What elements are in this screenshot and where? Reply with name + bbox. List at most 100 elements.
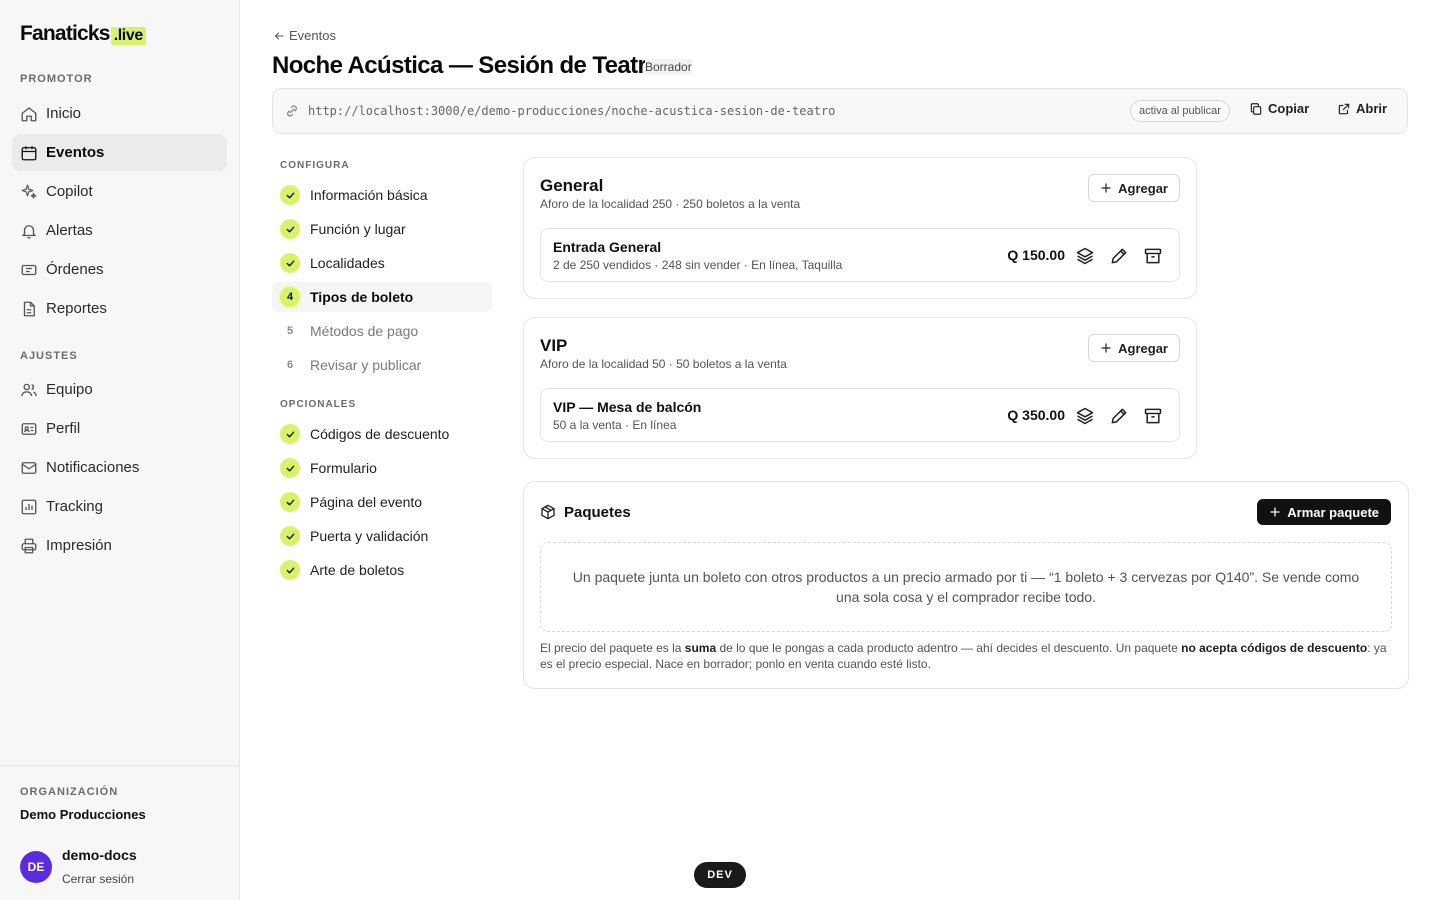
home-icon — [20, 105, 38, 123]
step-metodos-de-pago[interactable]: 5 Métodos de pago — [272, 316, 492, 346]
brand-logo[interactable]: Fanaticks .live — [20, 22, 146, 46]
locality-card-vip: VIP Aforo de la localidad 50 · 50 boleto… — [523, 317, 1197, 459]
sidebar-item-equipo[interactable]: Equipo — [12, 371, 227, 408]
packages-empty-state: Un paquete junta un boleto con otros pro… — [540, 542, 1392, 632]
add-ticket-button[interactable]: Agregar — [1088, 174, 1180, 202]
locality-capacity: Aforo de la localidad 250 · 250 boletos … — [540, 197, 801, 211]
chart-icon — [20, 498, 38, 516]
event-url[interactable]: http://localhost:3000/e/demo-produccione… — [308, 104, 835, 118]
step-tipos-de-boleto[interactable]: 4 Tipos de boleto — [272, 282, 492, 312]
back-link[interactable]: Eventos — [273, 28, 336, 43]
printer-icon — [20, 537, 38, 555]
sidebar-item-ordenes[interactable]: Órdenes — [12, 251, 227, 288]
check-icon — [280, 424, 300, 444]
build-package-button[interactable]: Armar paquete — [1257, 499, 1391, 525]
sidebar-item-eventos[interactable]: Eventos — [12, 134, 227, 171]
steps-configura: Información básica Función y lugar Local… — [272, 180, 492, 384]
package-icon — [540, 504, 556, 520]
external-link-icon — [1337, 102, 1356, 116]
sidebar-item-reportes[interactable]: Reportes — [12, 290, 227, 327]
mail-icon — [20, 459, 38, 477]
step-number: 4 — [280, 287, 300, 307]
pencil-icon[interactable] — [1109, 406, 1129, 426]
copy-button[interactable]: Copiar — [1249, 101, 1309, 116]
add-ticket-label: Agregar — [1118, 340, 1168, 356]
brand-name: Fanaticks — [20, 22, 110, 45]
step-puerta-y-validacion[interactable]: Puerta y validación — [272, 521, 492, 551]
step-localidades[interactable]: Localidades — [272, 248, 492, 278]
org-name[interactable]: Demo Producciones — [20, 807, 146, 822]
step-label: Formulario — [310, 460, 377, 476]
layers-icon[interactable] — [1075, 406, 1095, 426]
step-codigos-de-descuento[interactable]: Códigos de descuento — [272, 419, 492, 449]
plus-icon — [1269, 506, 1287, 518]
sidebar-item-label: Eventos — [46, 144, 105, 161]
pencil-icon[interactable] — [1109, 246, 1129, 266]
sidebar-item-tracking[interactable]: Tracking — [12, 488, 227, 525]
step-label: Localidades — [310, 255, 385, 271]
ticket-meta: 2 de 250 vendidos · 248 sin vender · En … — [553, 258, 843, 272]
add-ticket-label: Agregar — [1118, 180, 1168, 196]
layers-icon[interactable] — [1075, 246, 1095, 266]
sidebar-item-inicio[interactable]: Inicio — [12, 95, 227, 132]
ticket-icon — [20, 261, 38, 279]
ticket-type-row[interactable]: Entrada General 2 de 250 vendidos · 248 … — [540, 228, 1180, 282]
logout-link[interactable]: Cerrar sesión — [62, 872, 134, 886]
file-icon — [20, 300, 38, 318]
step-pagina-del-evento[interactable]: Página del evento — [272, 487, 492, 517]
note-text: de lo que le pongas a cada producto aden… — [716, 641, 1182, 655]
archive-icon[interactable] — [1143, 246, 1163, 266]
copy-button-label: Copiar — [1268, 101, 1310, 116]
sparkle-icon — [20, 183, 38, 201]
check-icon — [280, 219, 300, 239]
sidebar-item-label: Tracking — [46, 498, 103, 515]
sidebar-item-alertas[interactable]: Alertas — [12, 212, 227, 249]
brand-tld: .live — [110, 27, 146, 45]
steps-heading-configura: CONFIGURA — [280, 160, 350, 171]
open-button[interactable]: Abrir — [1337, 101, 1387, 116]
note-text: El precio del paquete es la — [540, 641, 685, 655]
steps-opcionales: Códigos de descuento Formulario Página d… — [272, 419, 492, 589]
check-icon — [280, 492, 300, 512]
sidebar-item-label: Alertas — [46, 222, 93, 239]
ticket-meta: 50 a la venta · En línea — [553, 418, 677, 432]
sidebar-item-copilot[interactable]: Copilot — [12, 173, 227, 210]
check-icon — [280, 458, 300, 478]
sidebar-item-label: Reportes — [46, 300, 107, 317]
step-number: 5 — [286, 325, 294, 337]
url-status-pill: activa al publicar — [1130, 100, 1230, 122]
check-icon — [280, 560, 300, 580]
step-label: Arte de boletos — [310, 562, 405, 578]
arrow-left-icon — [273, 30, 289, 42]
step-funcion-y-lugar[interactable]: Función y lugar — [272, 214, 492, 244]
nav-promotor: Inicio Eventos Copilot Alertas Órdenes R… — [12, 95, 227, 329]
user-name: demo-docs — [62, 847, 137, 863]
sidebar-item-label: Órdenes — [46, 261, 104, 278]
sidebar-item-label: Copilot — [46, 183, 93, 200]
locality-name: General — [540, 176, 604, 195]
step-label: Tipos de boleto — [310, 289, 414, 305]
step-informacion-basica[interactable]: Información básica — [272, 180, 492, 210]
step-number: 6 — [286, 359, 294, 371]
add-ticket-button[interactable]: Agregar — [1088, 334, 1180, 362]
page-title: Noche Acústica — Sesión de Teatro — [272, 52, 661, 79]
archive-icon[interactable] — [1143, 406, 1163, 426]
steps-heading-opcionales: OPCIONALES — [280, 399, 357, 410]
ticket-price: Q 150.00 — [1007, 247, 1065, 263]
organization-block: ORGANIZACIÓN Demo Producciones DE demo-d… — [0, 765, 239, 886]
step-arte-de-boletos[interactable]: Arte de boletos — [272, 555, 492, 585]
step-label: Códigos de descuento — [310, 426, 450, 442]
note-bold: suma — [684, 641, 717, 655]
dev-badge[interactable]: DEV — [694, 862, 746, 888]
sidebar-item-impresion[interactable]: Impresión — [12, 527, 227, 564]
ticket-type-row[interactable]: VIP — Mesa de balcón 50 a la venta · En … — [540, 388, 1180, 442]
step-revisar-y-publicar[interactable]: 6 Revisar y publicar — [272, 350, 492, 380]
sidebar-item-notificaciones[interactable]: Notificaciones — [12, 449, 227, 486]
step-label: Página del evento — [310, 494, 423, 510]
check-icon — [280, 253, 300, 273]
ticket-name: Entrada General — [553, 239, 662, 255]
step-label: Puerta y validación — [310, 528, 429, 544]
sidebar-item-perfil[interactable]: Perfil — [12, 410, 227, 447]
step-formulario[interactable]: Formulario — [272, 453, 492, 483]
org-label: ORGANIZACIÓN — [20, 786, 119, 798]
